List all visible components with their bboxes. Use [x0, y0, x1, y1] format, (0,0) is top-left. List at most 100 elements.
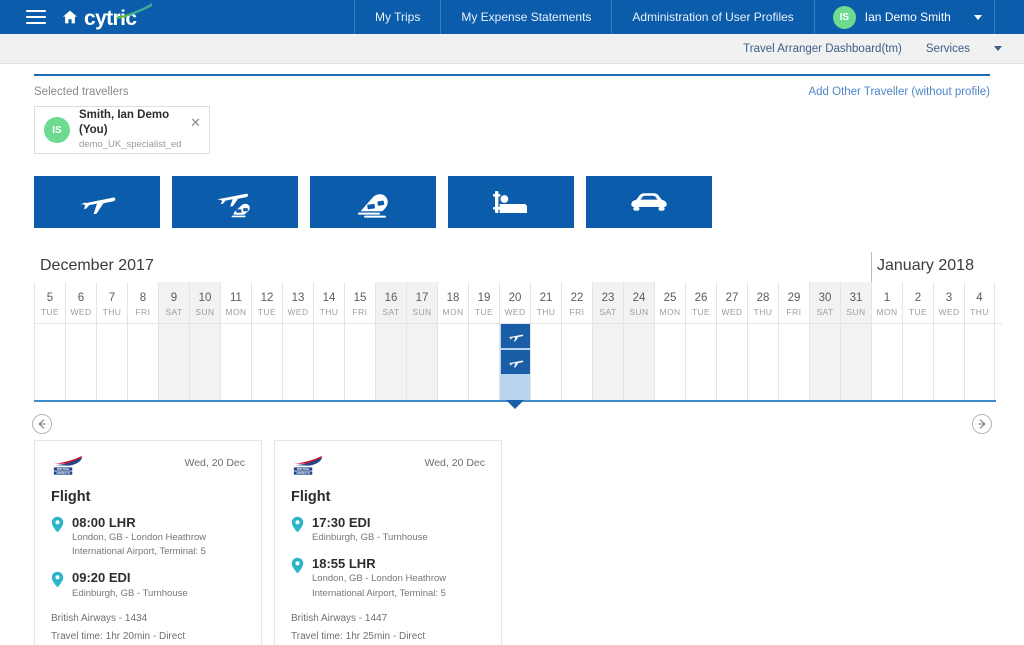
service-button-flight[interactable]	[34, 176, 160, 228]
calendar-day-weekday: THU	[102, 307, 122, 318]
timeline-flight-event[interactable]	[501, 350, 530, 375]
nav-services[interactable]: Services	[926, 43, 970, 55]
close-icon[interactable]: ✕	[190, 116, 201, 129]
timeline-day[interactable]	[344, 324, 375, 401]
calendar-day-header[interactable]: 19 TUE	[468, 282, 499, 324]
trip-card-type: Flight	[291, 488, 331, 505]
nav-travel-arranger-dashboard[interactable]: Travel Arranger Dashboard(tm)	[743, 43, 902, 55]
timeline-day[interactable]	[530, 324, 561, 401]
services-chevron-down-icon[interactable]	[994, 46, 1002, 51]
timeline-day[interactable]	[313, 324, 344, 401]
timeline-day[interactable]	[375, 324, 406, 401]
calendar-day-header[interactable]: 13 WED	[282, 282, 313, 324]
cytric-logo[interactable]: cytric	[62, 2, 153, 29]
calendar-day-header[interactable]: 25 MON	[654, 282, 685, 324]
calendar-day-number: 31	[849, 292, 863, 304]
calendar-day-header[interactable]: 6 WED	[65, 282, 96, 324]
nav-my-expense-statements[interactable]: My Expense Statements	[440, 0, 611, 34]
calendar-day-weekday: WED	[938, 307, 960, 318]
timeline-day[interactable]	[65, 324, 96, 401]
calendar-day-header[interactable]: 15 FRI	[344, 282, 375, 324]
calendar-day-header[interactable]: 4 THU	[964, 282, 995, 324]
timeline-day[interactable]	[189, 324, 220, 401]
timeline-day[interactable]	[747, 324, 778, 401]
timeline-day[interactable]	[282, 324, 313, 401]
service-button-car[interactable]	[586, 176, 712, 228]
calendar-day-header[interactable]: 31 SUN	[840, 282, 871, 324]
calendar-day-header[interactable]: 16 SAT	[375, 282, 406, 324]
calendar-day-header[interactable]: 9 SAT	[158, 282, 189, 324]
airplane-train-icon	[217, 193, 250, 218]
timeline-day[interactable]	[158, 324, 189, 401]
calendar-day-number: 27	[725, 292, 739, 304]
swoosh-icon	[116, 2, 153, 19]
calendar-day-header[interactable]: 22 FRI	[561, 282, 592, 324]
calendar-day-number: 21	[539, 292, 553, 304]
add-other-traveller-link[interactable]: Add Other Traveller (without profile)	[808, 86, 990, 98]
timeline-day[interactable]	[964, 324, 995, 401]
chevron-down-icon[interactable]	[973, 14, 982, 20]
timeline-day[interactable]	[34, 324, 65, 401]
traveller-card[interactable]: IS Smith, Ian Demo (You) demo_UK_special…	[34, 106, 210, 154]
timeline-day[interactable]	[685, 324, 716, 401]
timeline-day[interactable]	[840, 324, 871, 401]
calendar-day-header[interactable]: 1 MON	[871, 282, 902, 324]
hamburger-menu-icon[interactable]	[26, 10, 46, 24]
timeline-day[interactable]	[933, 324, 964, 401]
calendar-day-header[interactable]: 21 THU	[530, 282, 561, 324]
calendar-day-header[interactable]: 20 WED	[499, 282, 530, 324]
timeline-day[interactable]	[220, 324, 251, 401]
timeline-day[interactable]	[592, 324, 623, 401]
service-button-flight-rail[interactable]	[172, 176, 298, 228]
calendar-day-header[interactable]: 7 THU	[96, 282, 127, 324]
brand-area: cytric	[0, 0, 354, 34]
calendar-day-header[interactable]: 27 WED	[716, 282, 747, 324]
calendar-day-header[interactable]: 12 TUE	[251, 282, 282, 324]
calendar-day-header[interactable]: 18 MON	[437, 282, 468, 324]
traveller-name: Smith, Ian Demo (You)	[79, 109, 170, 137]
calendar-day-weekday: THU	[536, 307, 556, 318]
nav-administration-of-user-profiles[interactable]: Administration of User Profiles	[611, 0, 813, 34]
calendar-day-header[interactable]: 11 MON	[220, 282, 251, 324]
timeline-day[interactable]	[809, 324, 840, 401]
timeline-day[interactable]	[871, 324, 902, 401]
calendar-day-header[interactable]: 30 SAT	[809, 282, 840, 324]
timeline-day[interactable]	[468, 324, 499, 401]
calendar-day-header[interactable]: 10 SUN	[189, 282, 220, 324]
user-menu[interactable]: IS Ian Demo Smith	[813, 0, 994, 34]
avatar: IS	[832, 5, 856, 29]
timeline-day[interactable]	[437, 324, 468, 401]
timeline-day[interactable]	[654, 324, 685, 401]
trip-card[interactable]: BRITISH AIRWAYS Wed, 20 Dec Flight 08:00 LHR…	[34, 440, 262, 645]
timeline-day[interactable]	[561, 324, 592, 401]
calendar-day-header[interactable]: 14 THU	[313, 282, 344, 324]
timeline-day[interactable]	[127, 324, 158, 401]
calendar-day-header[interactable]: 24 SUN	[623, 282, 654, 324]
timeline-day[interactable]	[778, 324, 809, 401]
calendar-day-weekday: SUN	[195, 307, 215, 318]
timeline-day[interactable]	[716, 324, 747, 401]
calendar-day-header[interactable]: 2 TUE	[902, 282, 933, 324]
service-button-rail[interactable]	[310, 176, 436, 228]
calendar-day-header[interactable]: 26 TUE	[685, 282, 716, 324]
calendar-day-weekday: MON	[876, 307, 898, 318]
timeline-day[interactable]	[96, 324, 127, 401]
timeline-flight-event[interactable]	[501, 324, 530, 349]
calendar-month-label: January 2018	[877, 257, 974, 274]
calendar-day-header[interactable]: 8 FRI	[127, 282, 158, 324]
calendar-day-header[interactable]: 28 THU	[747, 282, 778, 324]
timeline-day[interactable]	[251, 324, 282, 401]
leg-location: London, GB - London Heathrow	[312, 573, 447, 585]
timeline-day[interactable]	[406, 324, 437, 401]
calendar-day-header[interactable]: 3 WED	[933, 282, 964, 324]
nav-my-trips[interactable]: My Trips	[354, 0, 440, 34]
calendar-day-header[interactable]: 17 SUN	[406, 282, 437, 324]
calendar-day-header[interactable]: 23 SAT	[592, 282, 623, 324]
timeline-day[interactable]	[902, 324, 933, 401]
calendar-day-header[interactable]: 29 FRI	[778, 282, 809, 324]
service-button-hotel[interactable]	[448, 176, 574, 228]
timeline-day[interactable]	[623, 324, 654, 401]
trip-card[interactable]: BRITISH AIRWAYS Wed, 20 Dec Flight 17:30 EDI…	[274, 440, 502, 645]
traveller-info: Smith, Ian Demo (You) demo_UK_specialist…	[79, 108, 200, 151]
calendar-day-header[interactable]: 5 TUE	[34, 282, 65, 324]
